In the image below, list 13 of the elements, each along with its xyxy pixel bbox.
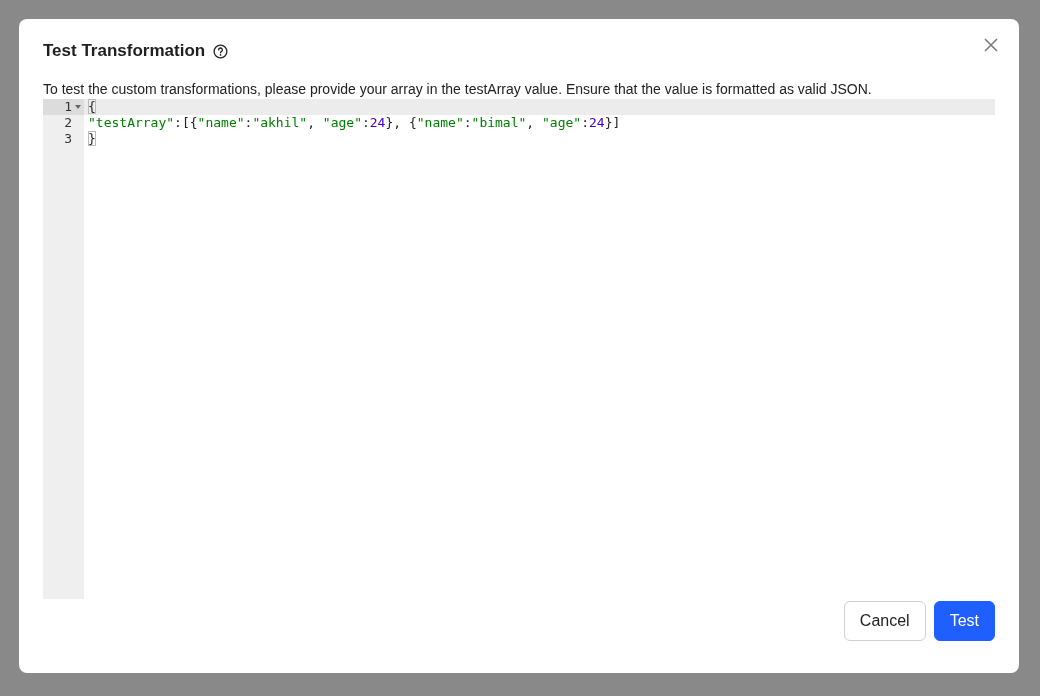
line-number: 1 xyxy=(64,99,73,115)
test-button[interactable]: Test xyxy=(933,601,995,641)
close-button[interactable] xyxy=(984,38,998,52)
dialog-title: Test Transformation xyxy=(43,41,206,61)
code-line: "testArray":[{"name":"akhil", "age":24}, {"name":"bimal", "age":24}] xyxy=(88,115,621,130)
help-icon[interactable] xyxy=(213,43,229,59)
line-number: 2 xyxy=(64,115,73,131)
line-number: 3 xyxy=(64,131,73,147)
fold-caret-icon[interactable] xyxy=(75,105,81,109)
cancel-button[interactable]: Cancel xyxy=(843,601,926,641)
description-text: To test the custom transformations, please provide your array in the testArray value. Ensure that the value is formatted as valid JSON. xyxy=(43,80,873,98)
code-line: } xyxy=(88,131,96,146)
code-line: { xyxy=(88,99,96,114)
